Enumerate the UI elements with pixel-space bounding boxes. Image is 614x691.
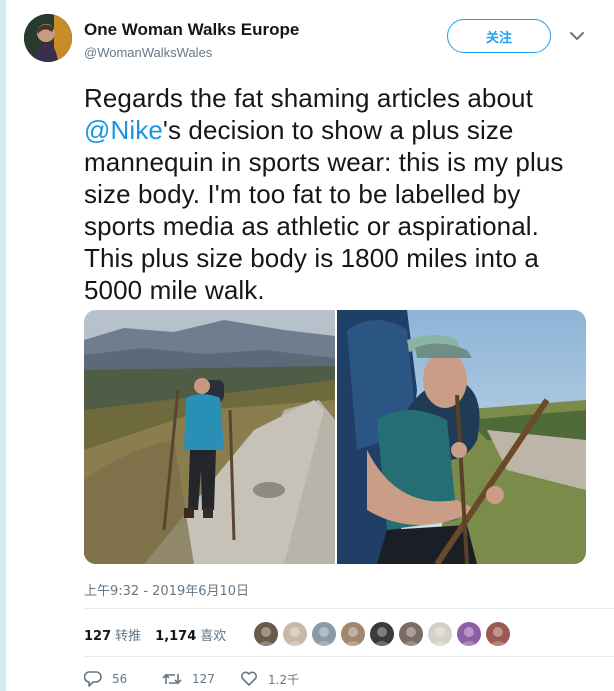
liker-avatar[interactable]: [428, 622, 453, 646]
liker-avatar[interactable]: [486, 622, 511, 646]
retweet-count: 127: [192, 672, 215, 686]
tweet-photo-walking-road[interactable]: [84, 310, 335, 564]
liker-avatar[interactable]: [399, 622, 424, 646]
divider: [84, 656, 614, 657]
mention-link[interactable]: @Nike: [84, 115, 163, 145]
likes-stat[interactable]: 1,174 喜欢: [155, 625, 226, 644]
tweet-text-start: Regards the fat shaming articles about: [84, 83, 533, 113]
tweet-text: Regards the fat shaming articles about @…: [84, 82, 594, 306]
follow-button[interactable]: 关注: [447, 19, 551, 53]
liker-avatar[interactable]: [254, 622, 279, 646]
display-name[interactable]: One Woman Walks Europe: [84, 20, 299, 40]
liker-avatar[interactable]: [341, 622, 366, 646]
liker-avatar[interactable]: [312, 622, 337, 646]
retweets-stat[interactable]: 127 转推: [84, 625, 141, 644]
liker-avatar[interactable]: [370, 622, 395, 646]
likes-count: 1,174: [155, 628, 197, 644]
reply-icon: [84, 671, 102, 687]
liker-avatar[interactable]: [283, 622, 308, 646]
tweet-photo-closeup[interactable]: [337, 310, 586, 564]
chevron-down-icon[interactable]: [568, 29, 586, 43]
retweets-count: 127: [84, 628, 112, 644]
tweet-media: [84, 310, 586, 564]
conversation-rail: [0, 0, 6, 691]
liker-avatars: [254, 622, 515, 646]
user-handle[interactable]: @WomanWalksWales: [84, 45, 299, 60]
tweet-timestamp[interactable]: 上午9:32 - 2019年6月10日: [84, 580, 249, 599]
tweet-card: One Woman Walks Europe @WomanWalksWales …: [24, 10, 614, 687]
liker-avatar[interactable]: [457, 622, 482, 646]
like-button[interactable]: 1.2千: [240, 670, 318, 688]
reply-button[interactable]: 56: [84, 670, 162, 688]
tweet-actions: 56 127 1.2千: [84, 664, 614, 691]
retweets-label: 转推: [115, 628, 142, 644]
reply-count: 56: [112, 672, 128, 686]
avatar[interactable]: [24, 14, 72, 62]
like-count: 1.2千: [268, 672, 300, 687]
engagement-stats: 127 转推 1,174 喜欢: [84, 616, 614, 652]
tweet-page: One Woman Walks Europe @WomanWalksWales …: [0, 0, 614, 691]
likes-label: 喜欢: [200, 628, 227, 644]
heart-icon: [241, 671, 257, 686]
divider: [84, 608, 614, 609]
retweet-button[interactable]: 127: [162, 670, 240, 688]
retweet-icon: [162, 673, 182, 685]
tweet-header: One Woman Walks Europe @WomanWalksWales …: [24, 10, 592, 70]
